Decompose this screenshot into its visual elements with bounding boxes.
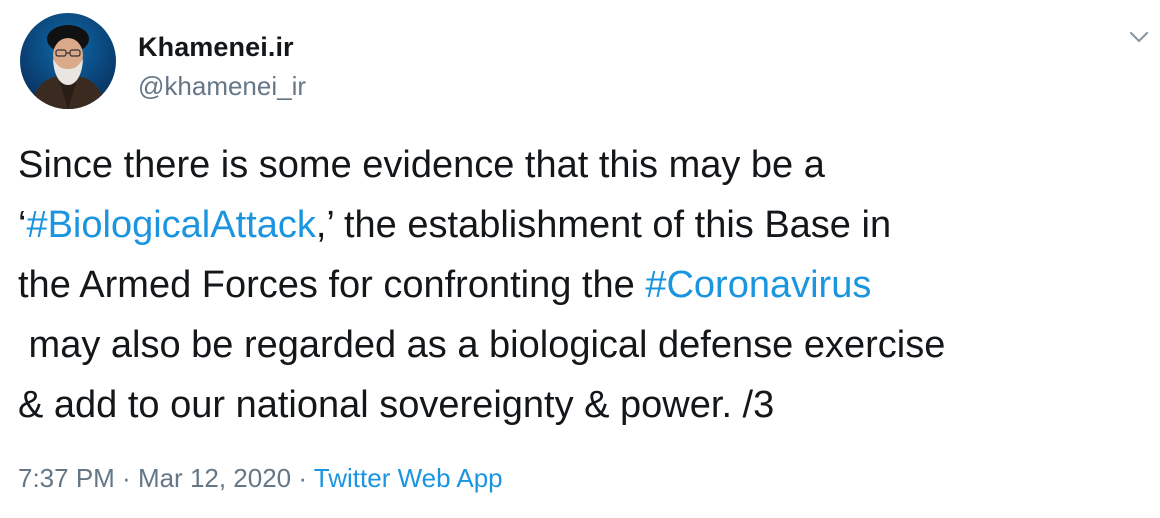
tweet-line-5: & add to our national sovereignty & powe… [18, 384, 775, 426]
display-name[interactable]: Khamenei.ir [138, 32, 306, 62]
hashtag-biological-attack[interactable]: #BiologicalAttack [26, 204, 315, 246]
timestamp-time[interactable]: 7:37 PM [18, 463, 115, 493]
tweet-text: Since there is some evidence that this m… [18, 135, 1148, 435]
avatar-portrait-icon [30, 25, 106, 109]
author-block: Khamenei.ir @khamenei_ir [138, 32, 306, 102]
tweet-line-4: may also be regarded as a biological def… [18, 324, 946, 366]
tweet-line-3: the Armed Forces for confronting the #Co… [18, 255, 1148, 315]
source-link[interactable]: Twitter Web App [314, 463, 503, 493]
tweet-meta: 7:37 PM · Mar 12, 2020 · Twitter Web App [18, 460, 503, 496]
tweet-card: Khamenei.ir @khamenei_ir Since there is … [0, 0, 1160, 518]
tweet-line-3-text: the Armed Forces for confronting the [18, 264, 646, 306]
tweet-line-2: ‘#BiologicalAttack,’ the establishment o… [18, 195, 1148, 255]
chevron-down-icon [1129, 31, 1149, 43]
meta-separator-1: · [114, 463, 138, 493]
tweet-menu-button[interactable] [1126, 24, 1152, 50]
avatar[interactable] [20, 13, 116, 109]
tweet-line-1: Since there is some evidence that this m… [18, 144, 825, 186]
timestamp-date[interactable]: Mar 12, 2020 [138, 463, 291, 493]
tweet-line-2-rest: ,’ the establishment of this Base in [315, 204, 892, 246]
hashtag-coronavirus[interactable]: #Coronavirus [645, 264, 871, 306]
handle[interactable]: @khamenei_ir [138, 70, 306, 102]
meta-separator-2: · [291, 463, 314, 493]
